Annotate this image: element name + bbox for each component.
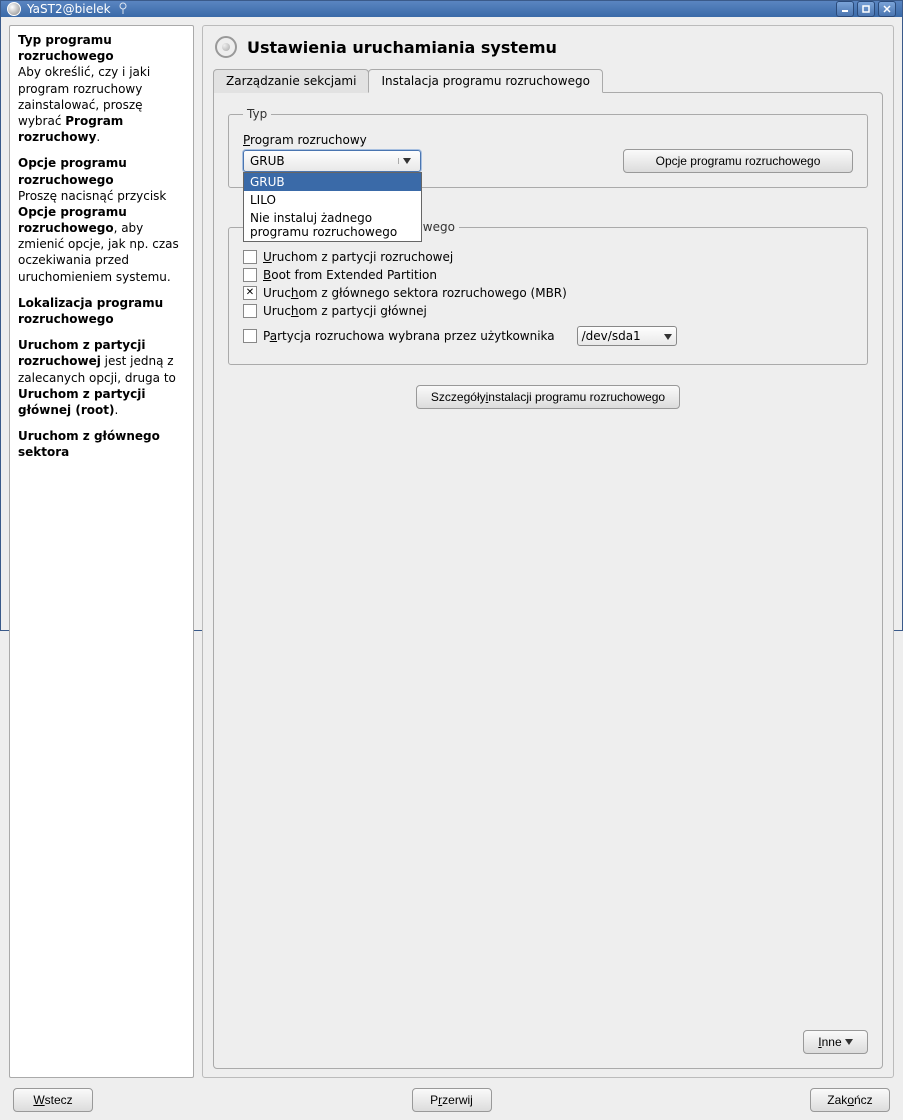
option-none[interactable]: Nie instaluj żadnego programu rozruchowe… xyxy=(244,209,421,241)
bootloader-dropdown: GRUB LILO Nie instaluj żadnego programu … xyxy=(243,172,422,242)
titlebar[interactable]: YaST2@bielek xyxy=(1,1,902,17)
page-title: Ustawienia uruchamiania systemu xyxy=(247,38,557,57)
checkbox-mbr[interactable] xyxy=(243,286,257,300)
help-b2: Opcje programu rozruchowego xyxy=(18,205,127,235)
pin-icon[interactable] xyxy=(117,2,131,16)
finish-button[interactable]: Zakończ xyxy=(810,1088,890,1112)
close-button[interactable] xyxy=(878,1,896,17)
right-panel: Ustawienia uruchamiania systemu Zarządza… xyxy=(202,25,894,1078)
label-custom-partition: Partycja rozruchowa wybrana przez użytko… xyxy=(263,329,555,343)
tab-body: Typ Program rozruchowy GRUB xyxy=(213,92,883,1069)
back-button[interactable]: Wstecz xyxy=(13,1088,93,1112)
label-root: Uruchom z partycji głównej xyxy=(263,304,427,318)
chevron-down-icon xyxy=(664,329,672,343)
other-button[interactable]: Inne xyxy=(803,1030,868,1054)
checkbox-boot-partition[interactable] xyxy=(243,250,257,264)
help-b4b: Uruchom z partycji głównej (root) xyxy=(18,387,145,417)
content-area: Typ programu rozruchowego Aby określić, … xyxy=(1,17,902,1120)
label-extended: Boot from Extended Partition xyxy=(263,268,437,282)
minimize-button[interactable] xyxy=(836,1,854,17)
bootloader-combo[interactable]: GRUB GRUB LILO Nie instaluj żadnego p xyxy=(243,150,421,172)
window-title: YaST2@bielek xyxy=(27,2,111,16)
tab-installation[interactable]: Instalacja programu rozruchowego xyxy=(368,69,602,93)
bootloader-options-button[interactable]: Opcje programu rozruchowego xyxy=(623,149,853,173)
help-h3: Lokalizacja programu rozruchowego xyxy=(18,296,163,326)
checkbox-root[interactable] xyxy=(243,304,257,318)
help-t4e: . xyxy=(114,403,118,417)
help-h2: Opcje programu rozruchowego xyxy=(18,156,127,186)
option-grub[interactable]: GRUB xyxy=(244,173,421,191)
tab-sections[interactable]: Zarządzanie sekcjami xyxy=(213,69,369,93)
custom-partition-combo[interactable]: /dev/sda1 xyxy=(577,326,677,346)
group-type: Typ Program rozruchowy GRUB xyxy=(228,107,868,188)
installation-details-button[interactable]: Szczegóły instalacji programu rozruchowe… xyxy=(416,385,680,409)
custom-partition-value: /dev/sda1 xyxy=(582,329,641,343)
help-b5: Uruchom z głównego sektora xyxy=(18,429,160,459)
bootloader-combo-value: GRUB xyxy=(250,154,285,168)
bootloader-label: Program rozruchowy xyxy=(243,133,853,147)
help-t2a: Proszę nacisnąć przycisk xyxy=(18,189,166,203)
app-icon xyxy=(7,2,21,16)
group-type-legend: Typ xyxy=(243,107,271,121)
label-mbr: Uruchom z głównego sektora rozruchowego … xyxy=(263,286,567,300)
tab-strip: Zarządzanie sekcjami Instalacja programu… xyxy=(213,68,883,92)
chevron-down-icon xyxy=(845,1039,853,1045)
heading-icon xyxy=(215,36,237,58)
abort-button[interactable]: Przerwij xyxy=(412,1088,492,1112)
footer-buttons: Wstecz Przerwij Zakończ xyxy=(9,1086,894,1112)
label-boot-partition: Uruchom z partycji rozruchowej xyxy=(263,250,453,264)
maximize-button[interactable] xyxy=(857,1,875,17)
help-t1e: . xyxy=(96,130,100,144)
window-frame: YaST2@bielek Typ programu rozruchowego A… xyxy=(0,0,903,631)
checkbox-custom-partition[interactable] xyxy=(243,329,257,343)
help-panel[interactable]: Typ programu rozruchowego Aby określić, … xyxy=(9,25,194,1078)
option-lilo[interactable]: LILO xyxy=(244,191,421,209)
chevron-down-icon xyxy=(398,158,414,164)
checkbox-extended[interactable] xyxy=(243,268,257,282)
help-h1: Typ programu rozruchowego xyxy=(18,33,114,63)
